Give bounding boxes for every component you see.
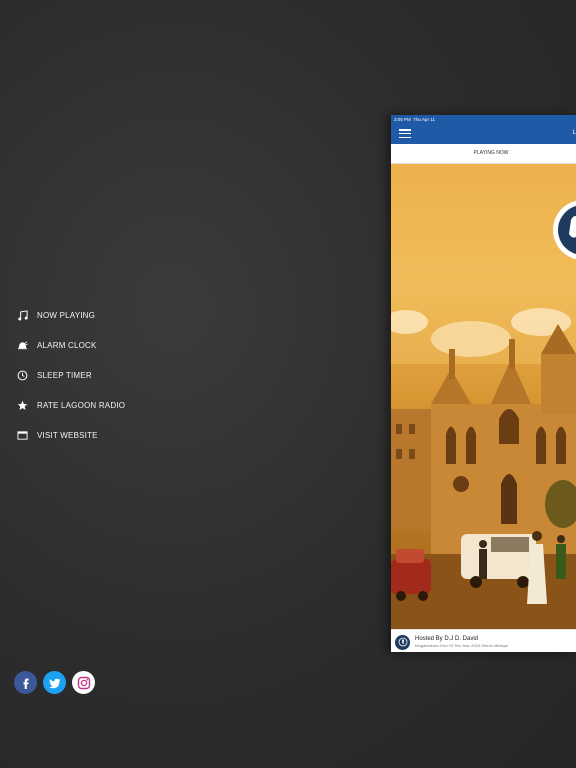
clock-icon (16, 369, 28, 381)
menu-item-label: NOW PLAYING (37, 310, 96, 320)
show-host: Hosted By D.J D. David (415, 636, 479, 642)
now-playing-bar[interactable]: Hosted By D.J D. David Kingdomkonz End O… (391, 629, 576, 652)
hamburger-menu-icon[interactable] (399, 129, 411, 138)
side-menu: NOW PLAYING ALARM CLOCK SLEEP TIMER RATE… (16, 300, 125, 450)
menu-item-label: SLEEP TIMER (37, 370, 92, 380)
star-icon (16, 399, 28, 411)
menu-item-alarm-clock[interactable]: ALARM CLOCK (16, 330, 125, 360)
twitter-icon (48, 678, 60, 688)
menu-item-label: VISIT WEBSITE (37, 430, 98, 440)
facebook-icon (23, 678, 28, 689)
tab-label: PLAYING NOW (473, 150, 509, 156)
twitter-button[interactable] (43, 671, 66, 694)
station-avatar (395, 634, 410, 650)
status-time: 3:05 PM (394, 117, 411, 122)
menu-item-rate-lagoon-radio[interactable]: RATE LAGOON RADIO (16, 390, 125, 420)
app-preview-panel: 3:05 PM Thu Apr 11 L PLAYING NOW Hosted … (391, 115, 576, 652)
status-bar: 3:05 PM Thu Apr 11 (391, 115, 576, 124)
instagram-icon (77, 676, 90, 689)
instagram-button[interactable] (72, 671, 95, 694)
menu-item-label: RATE LAGOON RADIO (37, 400, 126, 410)
nav-bar: L (391, 124, 576, 144)
status-date: Thu Apr 11 (413, 117, 435, 122)
nav-title: L (572, 130, 576, 136)
alarm-bell-icon (16, 339, 28, 351)
facebook-button[interactable] (14, 671, 37, 694)
show-title: Kingdomkonz End Of The Year 2018 Gbedu M… (415, 643, 509, 648)
station-artwork (391, 164, 576, 629)
menu-item-visit-website[interactable]: VISIT WEBSITE (16, 420, 125, 450)
menu-item-label: ALARM CLOCK (37, 340, 97, 350)
tab-playing-now[interactable]: PLAYING NOW (391, 144, 576, 164)
social-links (14, 671, 95, 694)
menu-item-sleep-timer[interactable]: SLEEP TIMER (16, 360, 125, 390)
music-note-icon (16, 309, 28, 321)
browser-window-icon (16, 429, 28, 441)
menu-item-now-playing[interactable]: NOW PLAYING (16, 300, 125, 330)
